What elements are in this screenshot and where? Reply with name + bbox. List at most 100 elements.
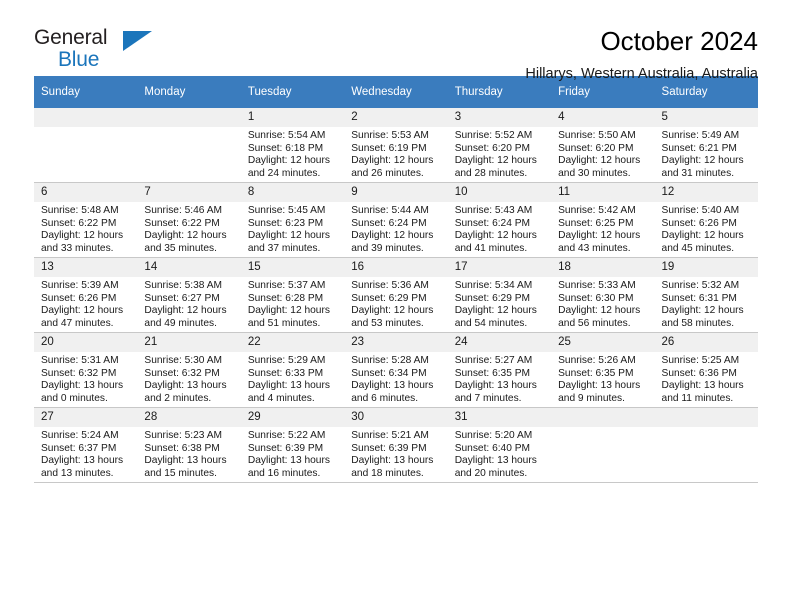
sunrise-text: Sunrise: 5:22 AM <box>247 430 326 441</box>
day-cell[interactable]: 28 Sunrise: 5:23 AM Sunset: 6:38 PM Dayl… <box>137 407 241 483</box>
day-cell[interactable]: 25 Sunrise: 5:26 AM Sunset: 6:35 PM Dayl… <box>551 332 655 408</box>
day-cell[interactable]: 5 Sunrise: 5:49 AM Sunset: 6:21 PM Dayli… <box>654 108 758 183</box>
sunrise-text: Sunrise: 5:37 AM <box>247 280 326 291</box>
sunset-text: Sunset: 6:25 PM <box>558 217 634 229</box>
daylight-text-line2: and 20 minutes. <box>454 467 528 479</box>
sunset-text: Sunset: 6:32 PM <box>144 367 220 379</box>
daylight-text-line2: and 11 minutes. <box>661 392 734 404</box>
day-cell[interactable]: 8 Sunrise: 5:45 AM Sunset: 6:23 PM Dayli… <box>240 182 345 258</box>
weekday-header-monday: Monday <box>137 76 241 108</box>
day-cell[interactable]: 21 Sunrise: 5:30 AM Sunset: 6:32 PM Dayl… <box>137 332 241 408</box>
day-cell[interactable]: 13 Sunrise: 5:39 AM Sunset: 6:26 PM Dayl… <box>34 257 138 333</box>
daylight-text-line1: Daylight: 12 hours <box>351 305 434 317</box>
weekday-header-tuesday: Tuesday <box>240 76 345 108</box>
sunrise-text: Sunrise: 5:29 AM <box>247 355 326 366</box>
day-number: 26 <box>654 333 758 352</box>
page-header: General Blue October 2024 Hillarys, West… <box>34 0 758 82</box>
calendar-container: Sunday Monday Tuesday Wednesday Thursday… <box>34 76 758 483</box>
logo-text-general: General <box>34 26 108 49</box>
sunset-text: Sunset: 6:34 PM <box>351 367 427 379</box>
daylight-text-line1: Daylight: 12 hours <box>41 230 124 242</box>
day-details: Sunrise: 5:46 AM Sunset: 6:22 PM Dayligh… <box>137 202 240 255</box>
day-number: 6 <box>34 183 138 202</box>
day-cell[interactable]: 30 Sunrise: 5:21 AM Sunset: 6:39 PM Dayl… <box>344 407 448 483</box>
sunrise-text: Sunrise: 5:32 AM <box>661 280 740 291</box>
sunset-text: Sunset: 6:38 PM <box>144 442 220 454</box>
day-details: Sunrise: 5:45 AM Sunset: 6:23 PM Dayligh… <box>241 202 344 255</box>
day-details: Sunrise: 5:54 AM Sunset: 6:18 PM Dayligh… <box>241 127 344 180</box>
daylight-text-line2: and 45 minutes. <box>661 242 735 254</box>
daylight-text-line1: Daylight: 12 hours <box>558 155 641 167</box>
day-cell[interactable]: 6 Sunrise: 5:48 AM Sunset: 6:22 PM Dayli… <box>34 182 138 258</box>
sunset-text: Sunset: 6:31 PM <box>661 292 737 304</box>
day-number: 8 <box>240 183 345 202</box>
day-cell[interactable]: 27 Sunrise: 5:24 AM Sunset: 6:37 PM Dayl… <box>34 407 138 483</box>
day-details: Sunrise: 5:48 AM Sunset: 6:22 PM Dayligh… <box>34 202 137 255</box>
day-cell[interactable]: 29 Sunrise: 5:22 AM Sunset: 6:39 PM Dayl… <box>240 407 345 483</box>
day-number: 3 <box>447 108 552 127</box>
day-cell[interactable]: 12 Sunrise: 5:40 AM Sunset: 6:26 PM Dayl… <box>654 182 758 258</box>
day-details: Sunrise: 5:25 AM Sunset: 6:36 PM Dayligh… <box>655 352 758 405</box>
day-details: Sunrise: 5:21 AM Sunset: 6:39 PM Dayligh… <box>344 427 447 480</box>
daylight-text-line2: and 26 minutes. <box>351 167 424 179</box>
daylight-text-line2: and 35 minutes. <box>144 242 217 254</box>
day-cell[interactable]: 19 Sunrise: 5:32 AM Sunset: 6:31 PM Dayl… <box>654 257 758 333</box>
day-cell[interactable]: 20 Sunrise: 5:31 AM Sunset: 6:32 PM Dayl… <box>34 332 138 408</box>
day-cell[interactable]: 10 Sunrise: 5:43 AM Sunset: 6:24 PM Dayl… <box>447 182 552 258</box>
sunrise-text: Sunrise: 5:33 AM <box>558 280 636 291</box>
sunset-text: Sunset: 6:20 PM <box>558 142 634 154</box>
daylight-text-line2: and 43 minutes. <box>558 242 631 254</box>
day-cell[interactable]: 3 Sunrise: 5:52 AM Sunset: 6:20 PM Dayli… <box>447 108 552 183</box>
day-number: 29 <box>240 408 345 427</box>
daylight-text-line1: Daylight: 12 hours <box>454 155 537 167</box>
daylight-text-line1: Daylight: 12 hours <box>41 305 124 317</box>
day-cell[interactable]: 11 Sunrise: 5:42 AM Sunset: 6:25 PM Dayl… <box>551 182 655 258</box>
daylight-text-line2: and 28 minutes. <box>454 167 528 179</box>
sunset-text: Sunset: 6:39 PM <box>351 442 427 454</box>
day-cell[interactable]: 24 Sunrise: 5:27 AM Sunset: 6:35 PM Dayl… <box>447 332 552 408</box>
daylight-text-line1: Daylight: 12 hours <box>661 305 744 317</box>
day-cell[interactable]: 15 Sunrise: 5:37 AM Sunset: 6:28 PM Dayl… <box>240 257 345 333</box>
daylight-text-line2: and 33 minutes. <box>41 242 114 254</box>
day-cell[interactable]: 7 Sunrise: 5:46 AM Sunset: 6:22 PM Dayli… <box>137 182 241 258</box>
day-cell[interactable]: 14 Sunrise: 5:38 AM Sunset: 6:27 PM Dayl… <box>137 257 241 333</box>
daylight-text-line2: and 2 minutes. <box>144 392 212 404</box>
daylight-text-line1: Daylight: 13 hours <box>351 455 434 467</box>
daylight-text-line2: and 4 minutes. <box>247 392 315 404</box>
sunset-text: Sunset: 6:27 PM <box>144 292 220 304</box>
day-details: Sunrise: 5:29 AM Sunset: 6:33 PM Dayligh… <box>241 352 344 405</box>
day-cell[interactable]: 16 Sunrise: 5:36 AM Sunset: 6:29 PM Dayl… <box>344 257 448 333</box>
day-cell[interactable]: 22 Sunrise: 5:29 AM Sunset: 6:33 PM Dayl… <box>240 332 345 408</box>
sunrise-text: Sunrise: 5:28 AM <box>351 355 429 366</box>
day-cell[interactable]: 18 Sunrise: 5:33 AM Sunset: 6:30 PM Dayl… <box>551 257 655 333</box>
day-number: 22 <box>240 333 345 352</box>
day-number: 2 <box>344 108 448 127</box>
daylight-text-line2: and 30 minutes. <box>558 167 631 179</box>
sunset-text: Sunset: 6:32 PM <box>41 367 117 379</box>
day-cell[interactable]: 17 Sunrise: 5:34 AM Sunset: 6:29 PM Dayl… <box>447 257 552 333</box>
day-cell[interactable]: 23 Sunrise: 5:28 AM Sunset: 6:34 PM Dayl… <box>344 332 448 408</box>
daylight-text-line1: Daylight: 12 hours <box>144 230 227 242</box>
daylight-text-line2: and 49 minutes. <box>144 317 217 329</box>
day-cell[interactable]: 9 Sunrise: 5:44 AM Sunset: 6:24 PM Dayli… <box>344 182 448 258</box>
day-cell[interactable]: 2 Sunrise: 5:53 AM Sunset: 6:19 PM Dayli… <box>344 108 448 183</box>
title-block: October 2024 Hillarys, Western Australia… <box>525 26 758 84</box>
calendar-week-row: 1 Sunrise: 5:54 AM Sunset: 6:18 PM Dayli… <box>34 108 758 183</box>
day-number: 23 <box>344 333 448 352</box>
day-cell[interactable]: 26 Sunrise: 5:25 AM Sunset: 6:36 PM Dayl… <box>654 332 758 408</box>
day-number: 14 <box>137 258 241 277</box>
daylight-text-line2: and 13 minutes. <box>41 467 114 479</box>
day-cell[interactable]: 4 Sunrise: 5:50 AM Sunset: 6:20 PM Dayli… <box>551 108 655 183</box>
sunrise-text: Sunrise: 5:25 AM <box>661 355 740 366</box>
day-cell[interactable]: 31 Sunrise: 5:20 AM Sunset: 6:40 PM Dayl… <box>447 407 552 483</box>
daylight-text-line1: Daylight: 13 hours <box>41 455 124 467</box>
day-cell[interactable]: 1 Sunrise: 5:54 AM Sunset: 6:18 PM Dayli… <box>240 108 345 183</box>
daylight-text-line2: and 39 minutes. <box>351 242 424 254</box>
sunrise-text: Sunrise: 5:42 AM <box>558 205 636 216</box>
day-details: Sunrise: 5:30 AM Sunset: 6:32 PM Dayligh… <box>137 352 240 405</box>
day-number: 18 <box>551 258 655 277</box>
day-cell-empty <box>654 407 758 483</box>
daylight-text-line1: Daylight: 12 hours <box>661 155 744 167</box>
triangle-icon <box>123 31 152 51</box>
general-blue-logo[interactable]: General Blue <box>34 26 154 74</box>
